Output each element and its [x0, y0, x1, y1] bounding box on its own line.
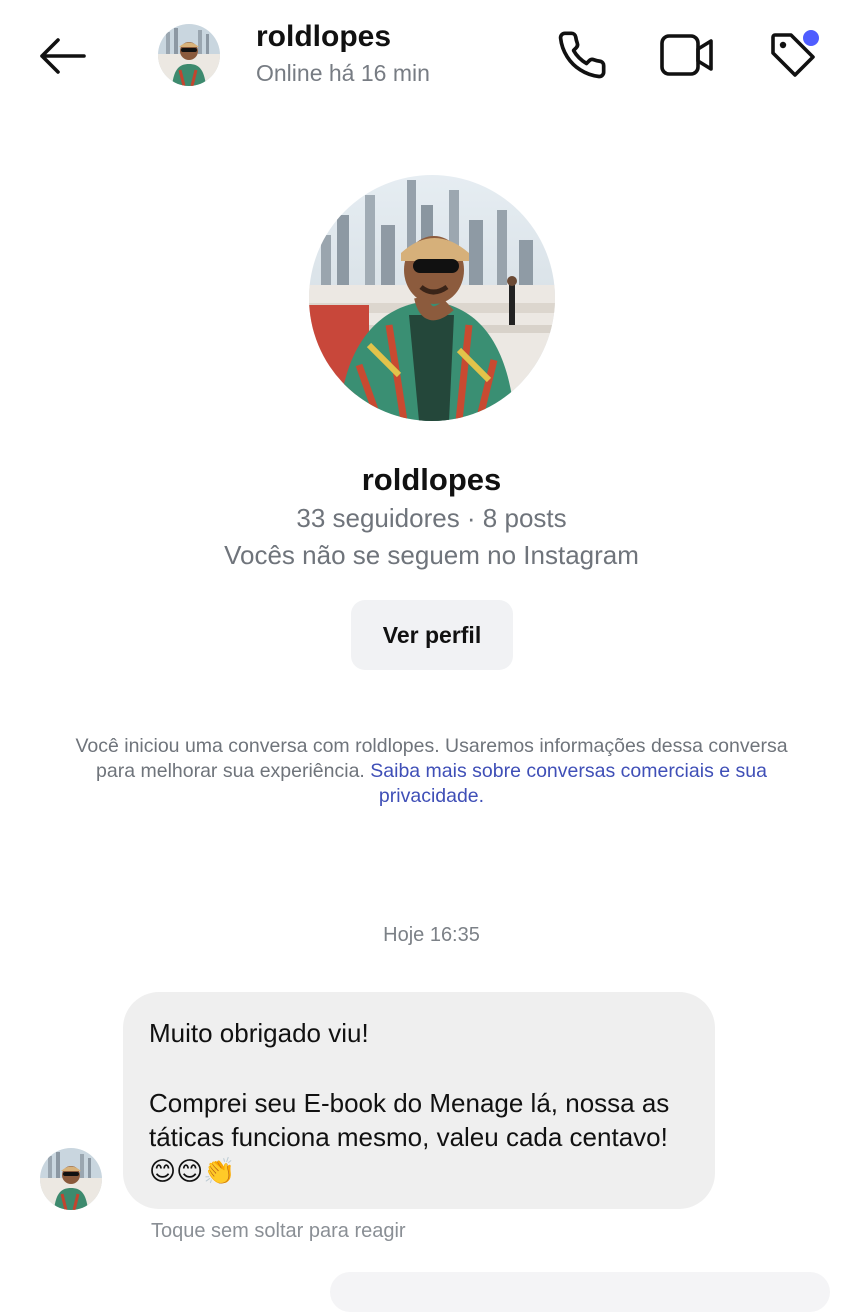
chat-username[interactable]: roldlopes: [256, 20, 391, 54]
call-button[interactable]: [549, 22, 615, 88]
message-timestamp: Hoje 16:35: [383, 924, 480, 946]
back-button[interactable]: [30, 28, 94, 84]
notification-dot: [801, 28, 821, 48]
message-bubble[interactable]: Muito obrigado viu! Comprei seu E-book d…: [123, 992, 715, 1209]
message-line: Muito obrigado viu!: [149, 1018, 369, 1048]
profile-photo[interactable]: [309, 175, 555, 421]
sender-avatar[interactable]: [40, 1148, 102, 1210]
message-text: Comprei seu E-book do Menage lá, nossa a…: [149, 1088, 670, 1152]
arrow-left-icon: [40, 38, 86, 74]
emoji-reaction-text: 😊😊👏: [149, 1157, 236, 1187]
phone-icon: [558, 31, 606, 79]
view-profile-button[interactable]: Ver perfil: [351, 600, 513, 670]
tag-button[interactable]: [760, 22, 826, 88]
profile-stats: 33 seguidores · 8 posts: [296, 503, 567, 533]
react-hint: Toque sem soltar para reagir: [151, 1220, 406, 1242]
profile-name: roldlopes: [361, 462, 502, 497]
privacy-link[interactable]: Saiba mais sobre conversas comerciais e …: [370, 760, 767, 807]
message-line: Comprei seu E-book do Menage lá, nossa a…: [149, 1086, 689, 1189]
video-camera-icon: [660, 34, 713, 76]
chat-header: roldlopes Online há 16 min: [0, 0, 863, 110]
conversation-notice: Você iniciou uma conversa com roldlopes.…: [60, 734, 803, 809]
video-call-button[interactable]: [654, 22, 720, 88]
avatar[interactable]: [158, 24, 220, 86]
next-message-bubble[interactable]: [330, 1272, 830, 1312]
follow-status: Vocês não se seguem no Instagram: [224, 540, 639, 570]
online-status: Online há 16 min: [256, 60, 430, 86]
